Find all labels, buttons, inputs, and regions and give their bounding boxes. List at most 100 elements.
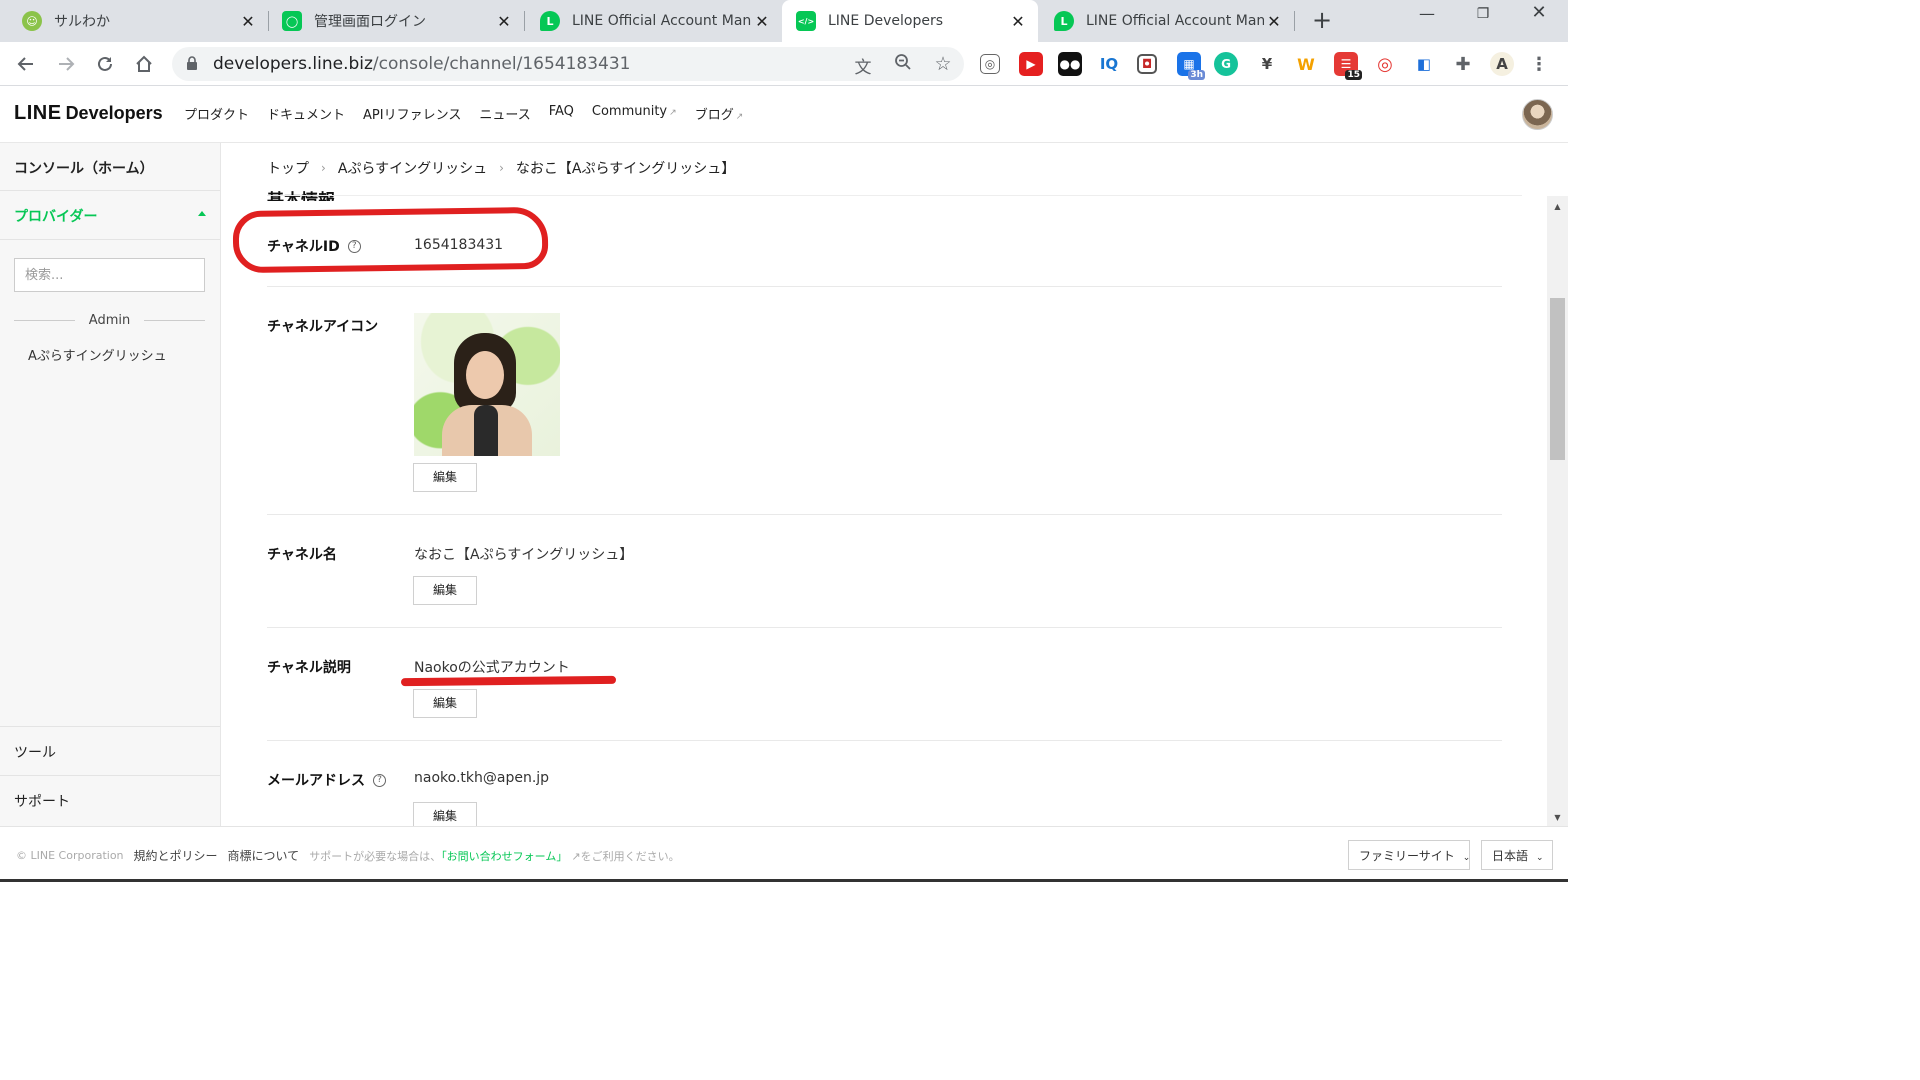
url-text[interactable]: developers.line.biz/console/channel/1654…	[213, 54, 631, 74]
iq-extension-icon[interactable]: IQ	[1097, 52, 1121, 76]
user-avatar[interactable]	[1522, 99, 1553, 130]
breadcrumb-provider[interactable]: Aぷらすイングリッシュ	[338, 158, 487, 178]
todo-extension-icon[interactable]: ☰ 15	[1334, 52, 1362, 80]
close-window-icon[interactable]: ✕	[1524, 2, 1554, 23]
caret-up-icon	[198, 211, 206, 216]
edit-channel-description-button[interactable]: 編集	[413, 689, 477, 718]
chevron-down-icon: ⌄	[1462, 853, 1471, 863]
pocket-extension-icon[interactable]: ◘	[1137, 54, 1157, 74]
browser-tab-5[interactable]: L LINE Official Account Mana ✕	[1038, 0, 1294, 42]
reload-icon[interactable]	[91, 50, 119, 78]
nav-api-reference[interactable]: APIリファレンス	[363, 104, 461, 123]
forward-icon[interactable]	[52, 50, 80, 78]
sidebar-item-console-home[interactable]: コンソール（ホーム）	[0, 143, 220, 191]
w-extension-icon[interactable]: W	[1294, 52, 1318, 76]
language-select[interactable]: 日本語 ⌄	[1481, 840, 1553, 870]
bookmark-star-icon[interactable]: ☆	[932, 53, 954, 75]
red-underline-annotation	[400, 675, 617, 687]
channel-name-label: チャネル名	[267, 547, 337, 563]
sidebar-item-support[interactable]: サポート	[0, 775, 220, 826]
close-tab-icon[interactable]: ✕	[1264, 12, 1284, 31]
nav-documents[interactable]: ドキュメント	[267, 104, 345, 123]
edit-channel-name-button[interactable]: 編集	[413, 576, 477, 605]
translate-icon[interactable]: 文	[852, 53, 874, 78]
browser-tab-1[interactable]: ☺ サルわか ✕	[0, 0, 268, 42]
provider-search-input[interactable]	[14, 258, 205, 292]
nav-blog[interactable]: ブログ ↗	[695, 104, 744, 123]
sidebar-item-providers[interactable]: プロバイダー	[0, 191, 220, 240]
channel-icon-image	[414, 313, 560, 456]
close-tab-icon[interactable]: ✕	[494, 12, 514, 31]
breadcrumb-channel: なおこ【Aぷらすイングリッシュ】	[515, 161, 736, 177]
nav-community[interactable]: Community ↗	[592, 104, 677, 123]
scrollbar-thumb[interactable]	[1550, 298, 1565, 460]
youtube-extension-icon[interactable]: ▶	[1019, 52, 1043, 76]
section-title: 基本情報	[267, 191, 335, 201]
footer-trademark-link[interactable]: 商標について	[228, 847, 300, 864]
spiral-extension-icon[interactable]: ◎	[1373, 52, 1397, 76]
scroll-up-icon[interactable]: ▲	[1547, 202, 1568, 211]
red-circle-annotation	[232, 206, 549, 274]
channel-name-value: なおこ【Aぷらすイングリッシュ】	[414, 547, 634, 563]
sidebar-item-tools[interactable]: ツール	[0, 726, 220, 775]
footer-terms-link[interactable]: 規約とポリシー	[134, 847, 218, 864]
family-sites-select[interactable]: ファミリーサイト ⌄	[1348, 840, 1470, 870]
nav-news[interactable]: ニュース	[479, 104, 530, 123]
edit-channel-icon-button[interactable]: 編集	[413, 463, 477, 492]
back-icon[interactable]	[12, 50, 40, 78]
lock-icon[interactable]	[186, 56, 198, 70]
home-icon[interactable]	[130, 50, 158, 78]
line-developers-logo[interactable]: LINE Developers	[14, 102, 163, 125]
scroll-down-icon[interactable]: ▼	[1547, 813, 1568, 822]
email-label: メールアドレス?	[267, 770, 386, 790]
divider	[267, 286, 1502, 287]
divider	[14, 319, 75, 321]
profile-extension-icon[interactable]: A	[1490, 52, 1514, 76]
close-tab-icon[interactable]: ✕	[1008, 12, 1028, 31]
line-chat-favicon-icon: ◯	[282, 11, 302, 31]
chevron-down-icon: ⌄	[1536, 853, 1544, 863]
line-developers-favicon-icon: </>	[796, 11, 816, 31]
extensions-puzzle-icon[interactable]: ✚	[1451, 52, 1475, 76]
zoom-out-icon[interactable]	[892, 53, 914, 76]
email-value: naoko.tkh@apen.jp	[414, 770, 550, 786]
external-link-icon: ↗	[669, 108, 677, 118]
sidebar-extension-icon[interactable]: ◧	[1412, 52, 1436, 76]
sidebar: コンソール（ホーム） プロバイダー Admin Aぷらすイングリッシュ ツール …	[0, 143, 221, 826]
site-header: LINE Developers プロダクト ドキュメント APIリファレンス ニュ…	[0, 86, 1568, 143]
global-nav: プロダクト ドキュメント APIリファレンス ニュース FAQ Communit…	[184, 104, 743, 123]
divider	[144, 319, 205, 321]
browser-toolbar: developers.line.biz/console/channel/1654…	[0, 42, 1568, 86]
browser-tab-2[interactable]: ◯ 管理画面ログイン ✕	[268, 0, 524, 42]
divider	[267, 740, 1502, 741]
new-tab-button[interactable]: +	[1308, 6, 1336, 34]
breadcrumb-top[interactable]: トップ	[267, 158, 309, 178]
monkey-favicon-icon: ☺	[22, 11, 42, 31]
sidebar-item-provider[interactable]: Aぷらすイングリッシュ	[28, 345, 167, 364]
browser-tab-active[interactable]: </> LINE Developers ✕	[782, 0, 1038, 42]
nav-products[interactable]: プロダクト	[184, 104, 249, 123]
footer: © LINE Corporation 規約とポリシー 商標について サポートが必…	[0, 826, 1568, 882]
divider	[267, 195, 1522, 196]
chevron-right-icon: ›	[321, 161, 326, 175]
browser-tab-3[interactable]: L LINE Official Account Mana ✕	[524, 0, 782, 42]
external-link-icon: ↗	[571, 849, 581, 863]
help-icon[interactable]: ?	[373, 773, 386, 787]
calendar-extension-icon[interactable]: ▦ 3h	[1177, 52, 1205, 80]
edit-email-button[interactable]: 編集	[413, 802, 477, 826]
screenshot-extension-icon[interactable]: ◎	[980, 54, 1000, 74]
restore-icon[interactable]: ❐	[1468, 6, 1498, 22]
minimize-icon[interactable]: —	[1412, 4, 1442, 23]
breadcrumb: トップ › Aぷらすイングリッシュ › なおこ【Aぷらすイングリッシュ】	[267, 158, 735, 178]
contact-form-link[interactable]: 「お問い合わせフォーム」	[441, 850, 567, 863]
grammarly-extension-icon[interactable]: G	[1214, 52, 1238, 76]
vertical-scrollbar[interactable]: ▲ ▼	[1547, 196, 1568, 826]
taskbar-edge	[0, 879, 1568, 882]
nav-faq[interactable]: FAQ	[549, 104, 574, 123]
address-bar[interactable]: developers.line.biz/console/channel/1654…	[172, 47, 964, 81]
yen-extension-icon[interactable]: ¥	[1255, 52, 1279, 76]
close-tab-icon[interactable]: ✕	[238, 12, 258, 31]
tab-extension-icon[interactable]: ●●	[1058, 52, 1082, 76]
close-tab-icon[interactable]: ✕	[752, 12, 772, 31]
browser-menu-icon[interactable]: ⋮	[1530, 52, 1548, 76]
